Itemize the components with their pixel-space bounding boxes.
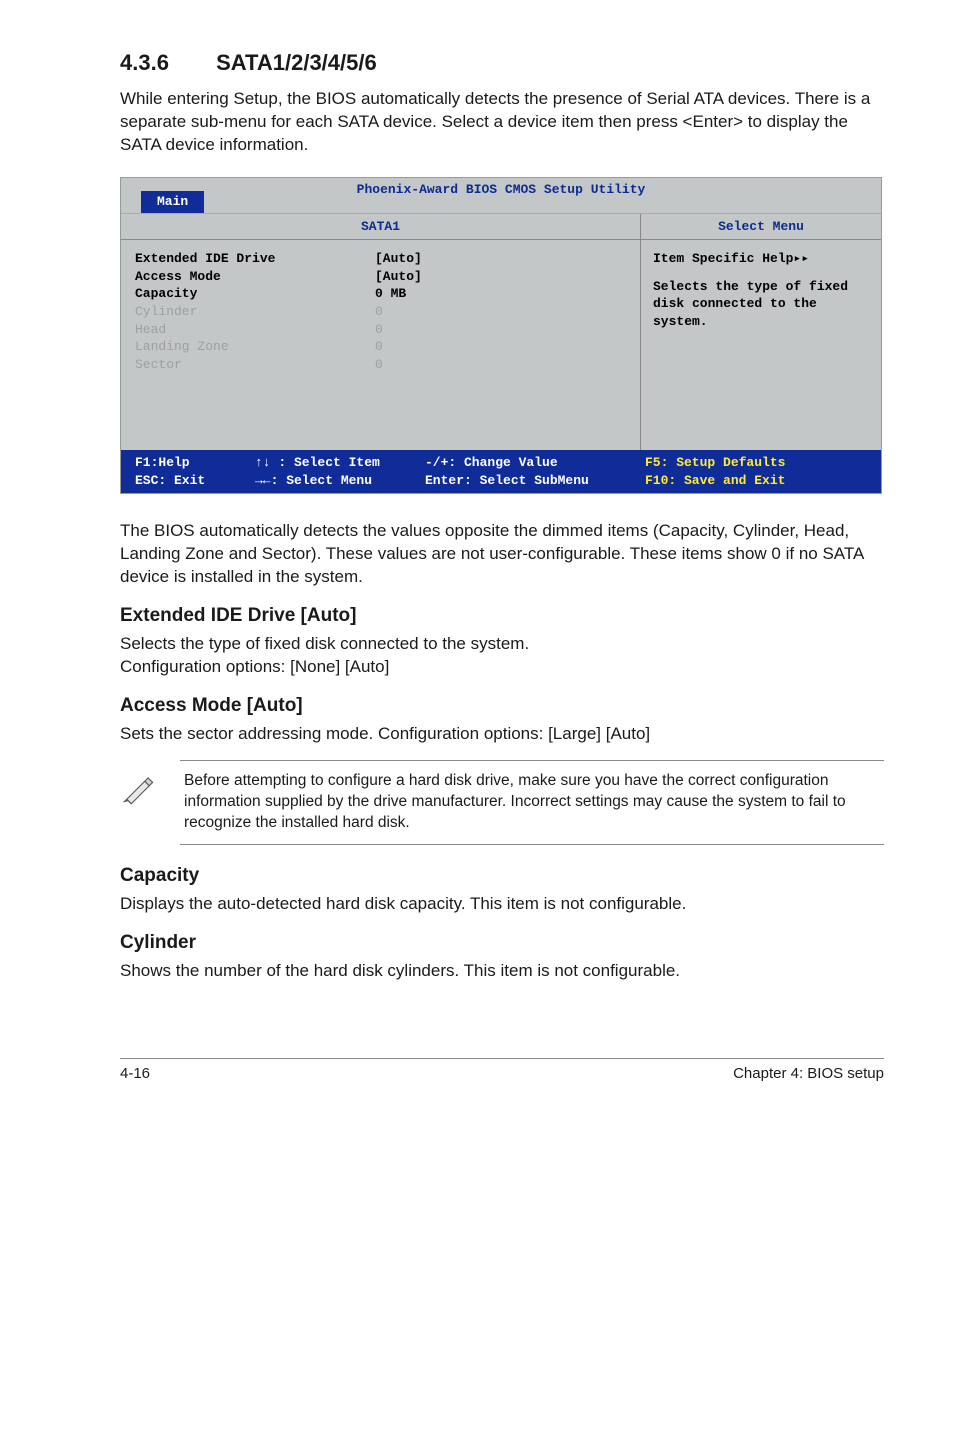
bios-row: Sector0 xyxy=(135,356,626,374)
foot-setupdefaults: F5: Setup Defaults xyxy=(645,454,867,472)
bios-row-label: Access Mode xyxy=(135,268,375,286)
heading-access-mode: Access Mode [Auto] xyxy=(120,695,884,717)
bios-rows-container: Extended IDE Drive[Auto]Access Mode[Auto… xyxy=(121,240,640,450)
extended-ide-p2: Configuration options: [None] [Auto] xyxy=(120,656,884,679)
note-box: Before attempting to configure a hard di… xyxy=(120,760,884,845)
bios-row-value: [Auto] xyxy=(375,250,626,268)
bios-left-header: SATA1 xyxy=(121,214,640,241)
bios-row-label: Head xyxy=(135,321,375,339)
after-panel-paragraph: The BIOS automatically detects the value… xyxy=(120,520,884,589)
bios-row: Cylinder0 xyxy=(135,303,626,321)
section-number: 4.3.6 xyxy=(120,50,210,76)
bios-row: Landing Zone0 xyxy=(135,338,626,356)
capacity-p: Displays the auto-detected hard disk cap… xyxy=(120,893,884,916)
chapter-label: Chapter 4: BIOS setup xyxy=(733,1065,884,1082)
access-mode-p: Sets the sector addressing mode. Configu… xyxy=(120,723,884,746)
bios-row-label: Extended IDE Drive xyxy=(135,250,375,268)
bios-row[interactable]: Extended IDE Drive[Auto] xyxy=(135,250,626,268)
heading-cylinder: Cylinder xyxy=(120,932,884,954)
bios-row-label: Sector xyxy=(135,356,375,374)
heading-extended-ide: Extended IDE Drive [Auto] xyxy=(120,605,884,627)
foot-changevalue: -/+: Change Value xyxy=(425,454,645,472)
bios-right-header: Select Menu xyxy=(641,214,881,241)
bios-row-value: 0 xyxy=(375,321,626,339)
bios-titlebar: Phoenix-Award BIOS CMOS Setup Utility Ma… xyxy=(121,178,881,214)
note-text: Before attempting to configure a hard di… xyxy=(180,760,884,845)
bios-row-value: 0 xyxy=(375,338,626,356)
bios-panel: Phoenix-Award BIOS CMOS Setup Utility Ma… xyxy=(120,177,882,495)
foot-f1help: F1:Help xyxy=(135,454,255,472)
bios-row: Head0 xyxy=(135,321,626,339)
foot-selectmenu: →←: Select Menu xyxy=(255,472,425,490)
bios-row-label: Cylinder xyxy=(135,303,375,321)
bios-row-value: 0 xyxy=(375,356,626,374)
bios-help-body: Selects the type of fixed disk connected… xyxy=(653,278,869,331)
bios-row-value: 0 MB xyxy=(375,285,626,303)
bios-row-value: [Auto] xyxy=(375,268,626,286)
page-footer: 4-16 Chapter 4: BIOS setup xyxy=(120,1058,884,1082)
foot-escexit: ESC: Exit xyxy=(135,472,255,490)
bios-row-label: Landing Zone xyxy=(135,338,375,356)
cylinder-p: Shows the number of the hard disk cylind… xyxy=(120,960,884,983)
bios-footer: F1:Help ESC: Exit ↑↓ : Select Item →←: S… xyxy=(121,450,881,493)
bios-tab-main[interactable]: Main xyxy=(141,191,204,213)
bios-row-label: Capacity xyxy=(135,285,375,303)
bios-row[interactable]: Capacity0 MB xyxy=(135,285,626,303)
pencil-icon xyxy=(120,760,180,811)
bios-row-value: 0 xyxy=(375,303,626,321)
section-heading: 4.3.6 SATA1/2/3/4/5/6 xyxy=(120,50,884,76)
foot-selectitem: ↑↓ : Select Item xyxy=(255,454,425,472)
bios-title: Phoenix-Award BIOS CMOS Setup Utility xyxy=(357,182,646,197)
bios-help-panel: Item Specific Help▸▸ Selects the type of… xyxy=(641,240,881,340)
intro-paragraph: While entering Setup, the BIOS automatic… xyxy=(120,88,884,157)
foot-entersubmenu: Enter: Select SubMenu xyxy=(425,472,645,490)
bios-row[interactable]: Access Mode[Auto] xyxy=(135,268,626,286)
page-number: 4-16 xyxy=(120,1065,150,1082)
extended-ide-p1: Selects the type of fixed disk connected… xyxy=(120,633,884,656)
section-title: SATA1/2/3/4/5/6 xyxy=(216,50,377,75)
heading-capacity: Capacity xyxy=(120,865,884,887)
foot-saveexit: F10: Save and Exit xyxy=(645,472,867,490)
bios-help-title: Item Specific Help▸▸ xyxy=(653,250,869,268)
